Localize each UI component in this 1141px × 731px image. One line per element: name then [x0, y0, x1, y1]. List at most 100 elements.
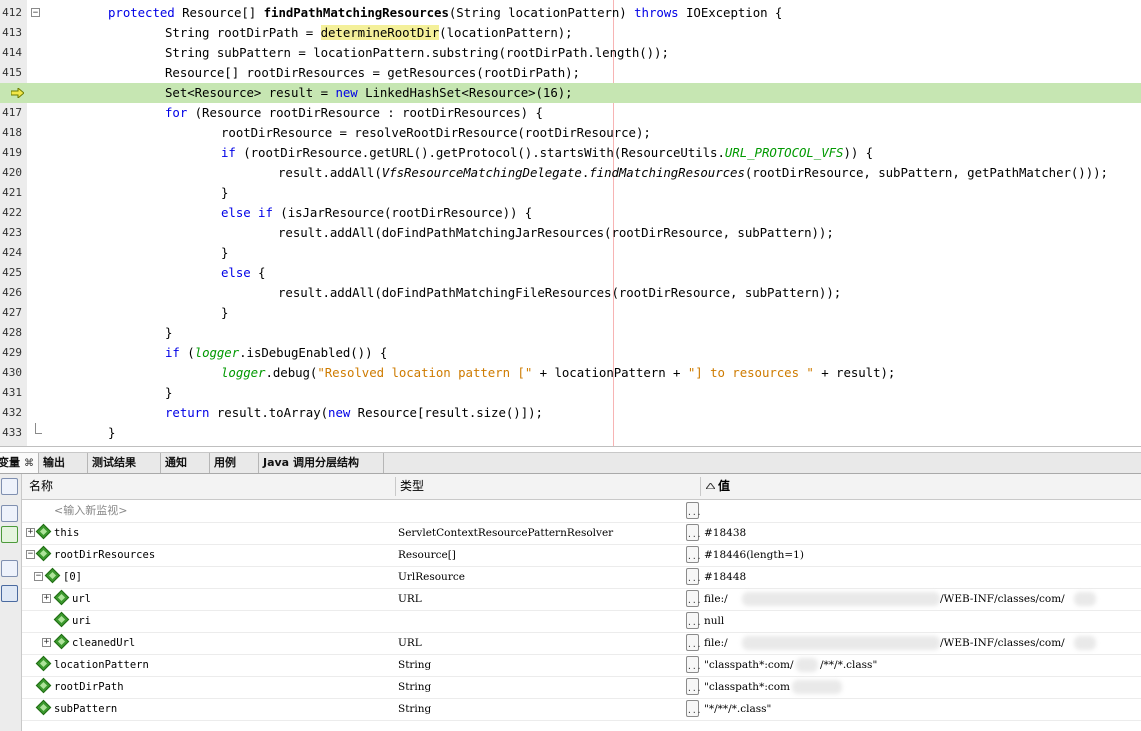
- keyword: else: [221, 265, 251, 280]
- variable-name: subPattern: [54, 703, 118, 715]
- code-fragment: result.addAll(doFindPathMatchingJarResou…: [278, 225, 834, 240]
- redacted-region: [1074, 636, 1096, 650]
- sort-ascending-icon[interactable]: [706, 483, 715, 489]
- variable-row[interactable]: − rootDirResources Resource[] ... #18446…: [22, 544, 1141, 567]
- variable-row[interactable]: rootDirPath String ... "classpath*:com: [22, 676, 1141, 699]
- customize-value-button[interactable]: ...: [686, 546, 701, 563]
- variable-value: /WEB-INF/classes/com/: [940, 593, 1065, 605]
- code-line[interactable]: 412 − protected Resource[] findPathMatch…: [0, 3, 1141, 23]
- customize-value-button[interactable]: ...: [686, 656, 701, 673]
- keyword: for: [165, 105, 188, 120]
- code-line[interactable]: 426 result.addAll(doFindPathMatchingFile…: [0, 283, 1141, 303]
- code-fragment: .isDebugEnabled()) {: [239, 345, 388, 360]
- code-text: logger.debug("Resolved location pattern …: [221, 363, 895, 383]
- column-header-value[interactable]: 值: [718, 474, 730, 499]
- keyword: new: [328, 405, 351, 420]
- variable-row[interactable]: + this ServletContextResourcePatternReso…: [22, 522, 1141, 545]
- evaluate-expression-icon[interactable]: [1, 560, 18, 577]
- customize-value-button[interactable]: ...: [686, 678, 701, 695]
- code-line[interactable]: 431 }: [0, 383, 1141, 403]
- code-line[interactable]: 420 result.addAll(VfsResourceMatchingDel…: [0, 163, 1141, 183]
- code-line[interactable]: 423 result.addAll(doFindPathMatchingJarR…: [0, 223, 1141, 243]
- code-line[interactable]: 417 for (Resource rootDirResource : root…: [0, 103, 1141, 123]
- line-number: 418: [2, 126, 22, 139]
- code-line[interactable]: 425 else {: [0, 263, 1141, 283]
- code-line[interactable]: 424 }: [0, 243, 1141, 263]
- column-header-name[interactable]: 名称: [29, 474, 53, 499]
- fold-collapse-icon[interactable]: −: [31, 8, 40, 18]
- expand-icon[interactable]: +: [42, 594, 51, 603]
- tab-label: 变量: [0, 456, 20, 469]
- code-line[interactable]: 419 if (rootDirResource.getURL().getProt…: [0, 143, 1141, 163]
- static-field: URL_PROTOCOL_VFS: [724, 145, 844, 160]
- code-line[interactable]: 433 }: [0, 423, 1141, 443]
- code-text: if (logger.isDebugEnabled()) {: [165, 343, 387, 363]
- code-line[interactable]: 430 logger.debug("Resolved location patt…: [0, 363, 1141, 383]
- variable-row[interactable]: + url URL ... file:/ /WEB-INF/classes/co…: [22, 588, 1141, 611]
- tab-output[interactable]: 输出: [39, 453, 88, 473]
- variable-value: "*/**/*.class": [704, 703, 772, 715]
- current-execution-line[interactable]: Set<Resource> result = new LinkedHashSet…: [0, 83, 1141, 103]
- code-text: else {: [221, 263, 266, 283]
- customize-value-button[interactable]: ...: [686, 568, 701, 585]
- column-divider[interactable]: [700, 477, 701, 496]
- code-text: for (Resource rootDirResource : rootDirR…: [165, 103, 543, 123]
- expand-icon[interactable]: +: [26, 528, 35, 537]
- new-watch-placeholder[interactable]: <输入新监视>: [54, 500, 127, 522]
- show-static-icon[interactable]: [1, 505, 18, 522]
- code-fragment: (rootDirResource.getURL().getProtocol().…: [235, 145, 725, 160]
- variable-row[interactable]: − [0] UrlResource ... #18448: [22, 566, 1141, 589]
- close-tab-icon[interactable]: ⌘: [24, 458, 34, 469]
- variable-row[interactable]: locationPattern String ... "classpath*:c…: [22, 654, 1141, 677]
- variable-value: /**/*.class": [820, 659, 878, 671]
- code-line[interactable]: 428 }: [0, 323, 1141, 343]
- string-literal: "Resolved location pattern [": [317, 365, 533, 380]
- line-number: 430: [2, 366, 22, 379]
- field-icon: [53, 633, 70, 650]
- code-fragment: result.addAll(doFindPathMatchingFileReso…: [278, 285, 842, 300]
- show-values-as-icon[interactable]: [1, 585, 18, 602]
- column-header-type[interactable]: 类型: [400, 474, 424, 499]
- code-line[interactable]: 422 else if (isJarResource(rootDirResour…: [0, 203, 1141, 223]
- code-line[interactable]: 429 if (logger.isDebugEnabled()) {: [0, 343, 1141, 363]
- tab-usages[interactable]: 用例: [210, 453, 259, 473]
- customize-value-button[interactable]: ...: [686, 502, 701, 519]
- line-number: 425: [2, 266, 22, 279]
- new-watch-row[interactable]: <输入新监视> ...: [22, 500, 1141, 523]
- table-header: 名称 类型 值: [22, 474, 1141, 500]
- customize-value-button[interactable]: ...: [686, 700, 701, 717]
- customize-value-button[interactable]: ...: [686, 612, 701, 629]
- code-line[interactable]: 415 Resource[] rootDirResources = getRes…: [0, 63, 1141, 83]
- column-divider[interactable]: [395, 477, 396, 496]
- code-line[interactable]: 418 rootDirResource = resolveRootDirReso…: [0, 123, 1141, 143]
- new-watch-icon[interactable]: [1, 526, 18, 543]
- variable-row[interactable]: subPattern String ... "*/**/*.class": [22, 698, 1141, 721]
- code-fragment: (locationPattern);: [439, 25, 573, 40]
- code-line[interactable]: 421 }: [0, 183, 1141, 203]
- tab-java-call-hierarchy[interactable]: Java 调用分层结构: [259, 453, 384, 473]
- variable-type: String: [398, 681, 432, 693]
- code-editor[interactable]: 412 − protected Resource[] findPathMatch…: [0, 0, 1141, 447]
- collapse-icon[interactable]: −: [34, 572, 43, 581]
- variable-value: /WEB-INF/classes/com/: [940, 637, 1065, 649]
- expand-icon[interactable]: +: [42, 638, 51, 647]
- variable-row[interactable]: + cleanedUrl URL ... file:/ /WEB-INF/cla…: [22, 632, 1141, 655]
- tab-label: 输出: [43, 456, 65, 469]
- code-line[interactable]: 427 }: [0, 303, 1141, 323]
- customize-value-button[interactable]: ...: [686, 524, 701, 541]
- line-number: 420: [2, 166, 22, 179]
- customize-value-button[interactable]: ...: [686, 634, 701, 651]
- code-line[interactable]: 413 String rootDirPath = determineRootDi…: [0, 23, 1141, 43]
- customize-value-button[interactable]: ...: [686, 590, 701, 607]
- tab-variables[interactable]: 变量 ⌘: [0, 453, 39, 473]
- variable-row[interactable]: uri ... null: [22, 610, 1141, 633]
- class-reference: VfsResourceMatchingDelegate: [381, 165, 582, 180]
- collapse-icon[interactable]: −: [26, 550, 35, 559]
- keyword: new: [335, 85, 358, 100]
- code-line[interactable]: 432 return result.toArray(new Resource[r…: [0, 403, 1141, 423]
- tab-test-results[interactable]: 测试结果: [88, 453, 161, 473]
- code-fragment: Resource[] rootDirResources = getResourc…: [165, 65, 580, 80]
- code-line[interactable]: 414 String subPattern = locationPattern.…: [0, 43, 1141, 63]
- tab-notifications[interactable]: 通知: [161, 453, 210, 473]
- watch-settings-icon[interactable]: [1, 478, 18, 495]
